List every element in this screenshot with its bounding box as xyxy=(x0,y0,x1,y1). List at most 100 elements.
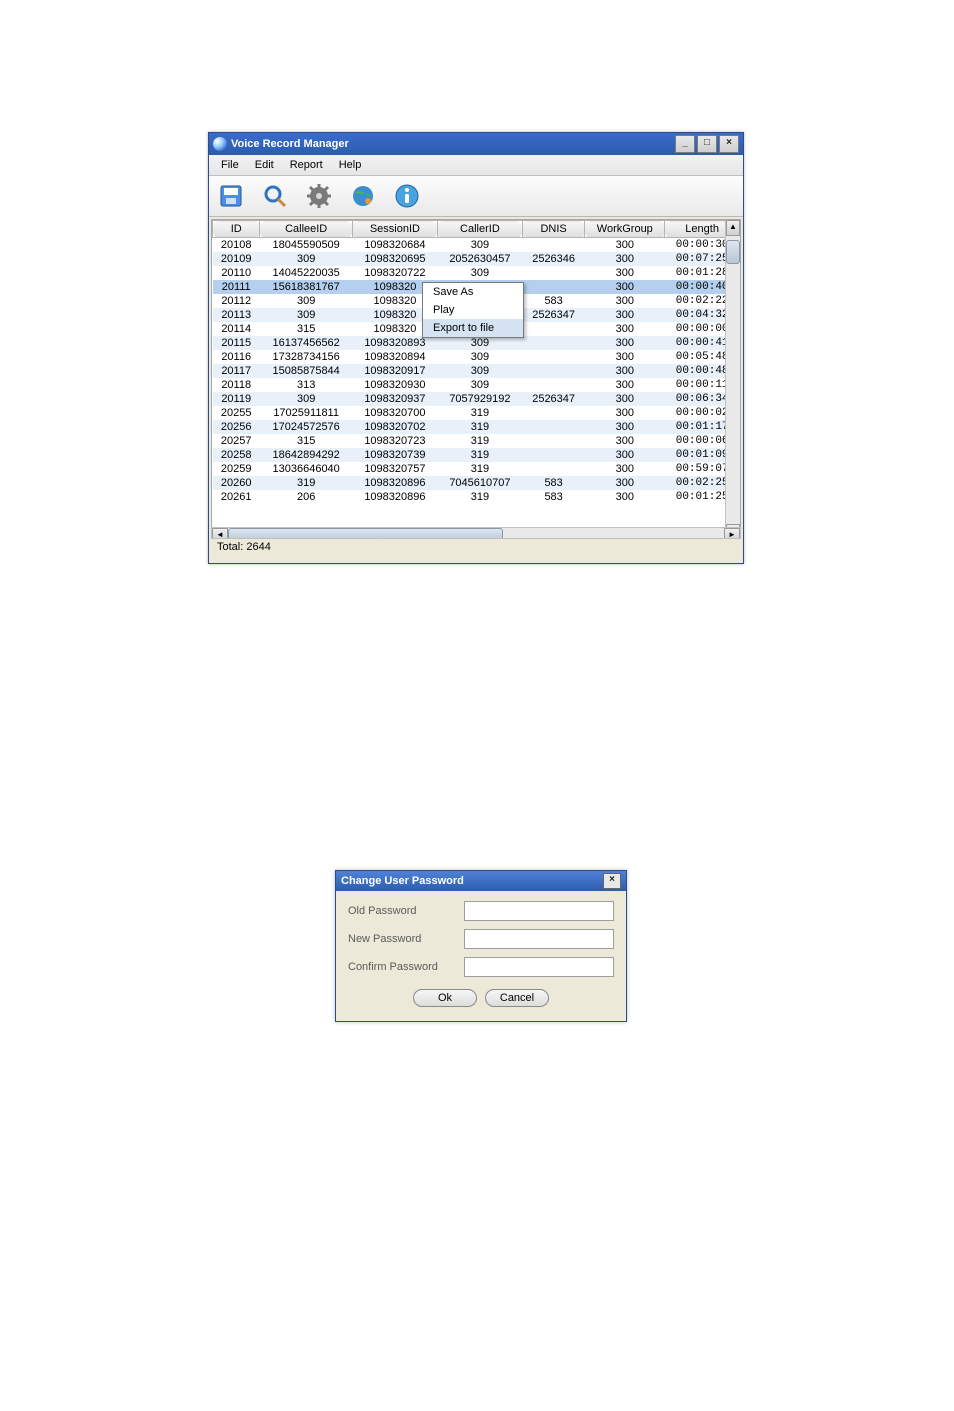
menu-help[interactable]: Help xyxy=(331,157,370,173)
table-cell: 319 xyxy=(437,490,522,504)
table-cell: 583 xyxy=(522,490,584,504)
new-password-input[interactable] xyxy=(464,929,614,949)
table-cell: 1098320937 xyxy=(352,392,437,406)
table-cell: 315 xyxy=(260,434,353,448)
info-icon[interactable] xyxy=(391,180,423,212)
new-password-label: New Password xyxy=(348,933,464,945)
col-callerid[interactable]: CallerID xyxy=(437,221,522,238)
table-cell: 20256 xyxy=(213,420,260,434)
table-cell: 300 xyxy=(585,462,665,476)
dialog-close-button[interactable]: × xyxy=(603,873,621,889)
table-row[interactable]: 2010930910983206952052630457252634630000… xyxy=(213,252,740,266)
menu-report[interactable]: Report xyxy=(282,157,331,173)
new-password-row: New Password xyxy=(348,929,614,949)
table-cell: 309 xyxy=(260,392,353,406)
toolbar xyxy=(209,176,743,217)
table-row[interactable]: 20261206109832089631958330000:01:25 xyxy=(213,490,740,504)
col-sessionid[interactable]: SessionID xyxy=(352,221,437,238)
app-icon xyxy=(213,137,227,151)
table-row[interactable]: 2011715085875844109832091730930000:00:48 xyxy=(213,364,740,378)
old-password-row: Old Password xyxy=(348,901,614,921)
table-row[interactable]: 2011617328734156109832089430930000:05:48 xyxy=(213,350,740,364)
old-password-input[interactable] xyxy=(464,901,614,921)
table-row[interactable]: 2011516137456562109832089330930000:00:41 xyxy=(213,336,740,350)
confirm-password-input[interactable] xyxy=(464,957,614,977)
table-cell: 309 xyxy=(437,350,522,364)
col-id[interactable]: ID xyxy=(213,221,260,238)
table-row[interactable]: 20118313109832093030930000:00:11 xyxy=(213,378,740,392)
vscroll-track[interactable] xyxy=(726,236,740,524)
table-cell xyxy=(522,266,584,280)
table-cell: 300 xyxy=(585,420,665,434)
table-cell: 20114 xyxy=(213,322,260,336)
table-row[interactable]: 2025913036646040109832075731930000:59:07 xyxy=(213,462,740,476)
table-cell: 309 xyxy=(437,266,522,280)
table-cell: 15085875844 xyxy=(260,364,353,378)
table-cell: 300 xyxy=(585,406,665,420)
table-row[interactable]: 2011930910983209377057929192252634730000… xyxy=(213,392,740,406)
context-menu-item[interactable]: Play xyxy=(423,301,523,319)
col-workgroup[interactable]: WorkGroup xyxy=(585,221,665,238)
cancel-button[interactable]: Cancel xyxy=(485,989,549,1007)
table-cell: 300 xyxy=(585,266,665,280)
settings-icon[interactable] xyxy=(303,180,335,212)
context-menu-item[interactable]: Export to file xyxy=(423,319,523,337)
table-cell: 300 xyxy=(585,350,665,364)
table-row[interactable]: 2025818642894292109832073931930000:01:09 xyxy=(213,448,740,462)
menubar: File Edit Report Help xyxy=(209,155,743,176)
table-cell: 206 xyxy=(260,490,353,504)
table-row[interactable]: 2025617024572576109832070231930000:01:17 xyxy=(213,420,740,434)
context-menu-item[interactable]: Save As xyxy=(423,283,523,301)
table-cell: 309 xyxy=(437,378,522,392)
table-cell: 319 xyxy=(260,476,353,490)
titlebar: Voice Record Manager _ □ × xyxy=(209,133,743,155)
dialog-body: Old Password New Password Confirm Passwo… xyxy=(336,891,626,1021)
dialog-titlebar: Change User Password × xyxy=(336,871,626,891)
table-row[interactable]: 20257315109832072331930000:00:06 xyxy=(213,434,740,448)
vscroll-thumb[interactable] xyxy=(726,240,740,264)
table-cell: 300 xyxy=(585,448,665,462)
table-row[interactable]: 202603191098320896704561070758330000:02:… xyxy=(213,476,740,490)
table-cell: 20261 xyxy=(213,490,260,504)
menu-edit[interactable]: Edit xyxy=(247,157,282,173)
table-cell: 20259 xyxy=(213,462,260,476)
menu-file[interactable]: File xyxy=(213,157,247,173)
table-cell: 300 xyxy=(585,490,665,504)
table-cell xyxy=(522,406,584,420)
save-icon[interactable] xyxy=(215,180,247,212)
table-cell xyxy=(522,462,584,476)
col-dnis[interactable]: DNIS xyxy=(522,221,584,238)
table-cell: 315 xyxy=(260,322,353,336)
table-cell: 7057929192 xyxy=(437,392,522,406)
close-button[interactable]: × xyxy=(719,135,739,153)
table-cell: 300 xyxy=(585,308,665,322)
table-cell: 2526346 xyxy=(522,252,584,266)
table-cell: 300 xyxy=(585,322,665,336)
vertical-scrollbar[interactable]: ▲ ▼ xyxy=(725,220,740,540)
maximize-button[interactable]: □ xyxy=(697,135,717,153)
table-cell: 7045610707 xyxy=(437,476,522,490)
table-row[interactable]: 2025517025911811109832070031930000:00:02 xyxy=(213,406,740,420)
table-cell: 309 xyxy=(437,336,522,350)
ok-button[interactable]: Ok xyxy=(413,989,477,1007)
old-password-label: Old Password xyxy=(348,905,464,917)
scroll-up-arrow-icon[interactable]: ▲ xyxy=(726,220,740,236)
table-cell: 319 xyxy=(437,420,522,434)
records-table: ID CalleeID SessionID CallerID DNIS Work… xyxy=(212,220,740,504)
table-cell: 2052630457 xyxy=(437,252,522,266)
table-row[interactable]: 2010818045590509109832068430930000:00:30 xyxy=(213,238,740,253)
table-cell xyxy=(522,420,584,434)
table-cell xyxy=(522,280,584,294)
minimize-button[interactable]: _ xyxy=(675,135,695,153)
table-cell: 16137456562 xyxy=(260,336,353,350)
table-row[interactable]: 2011014045220035109832072230930000:01:28 xyxy=(213,266,740,280)
globe-icon[interactable] xyxy=(347,180,379,212)
table-cell: 1098320917 xyxy=(352,364,437,378)
table-cell: 1098320896 xyxy=(352,476,437,490)
search-icon[interactable] xyxy=(259,180,291,212)
change-password-dialog: Change User Password × Old Password New … xyxy=(335,870,627,1022)
col-calleeid[interactable]: CalleeID xyxy=(260,221,353,238)
table-cell: 583 xyxy=(522,294,584,308)
table-cell: 20118 xyxy=(213,378,260,392)
table-cell: 1098320757 xyxy=(352,462,437,476)
